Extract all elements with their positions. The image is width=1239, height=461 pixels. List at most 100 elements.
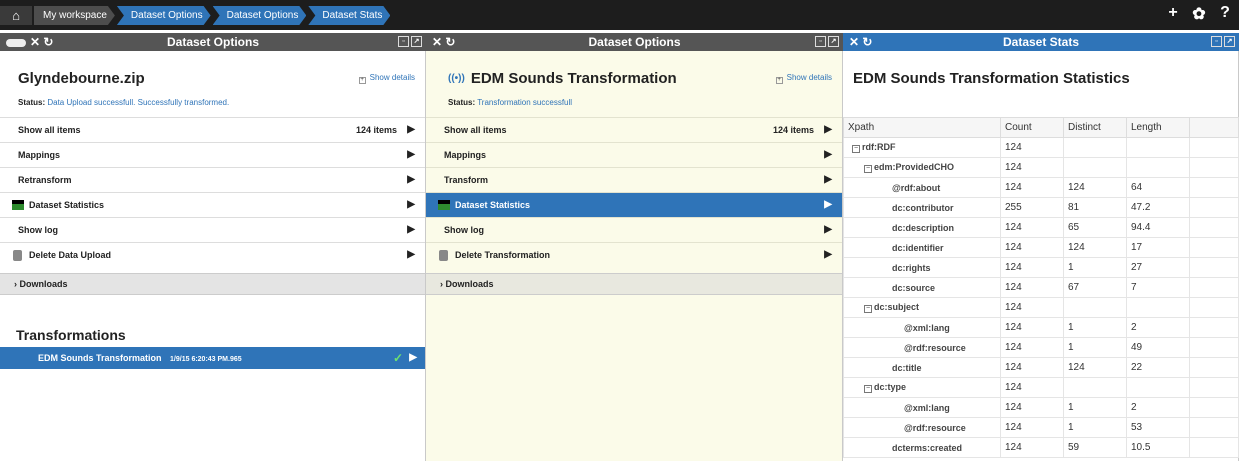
status-label: Status:: [448, 98, 476, 107]
downloads-toggle[interactable]: › Downloads: [426, 273, 842, 295]
refresh-icon[interactable]: ↻: [862, 35, 872, 49]
panel-dataset-options-1: Glyndebourne.zip + Show details Status: D…: [0, 51, 426, 461]
table-row[interactable]: − dc:subject 124: [843, 297, 1239, 318]
popout-icon[interactable]: ↗: [828, 36, 839, 47]
downloads-label: Downloads: [445, 279, 494, 289]
table-row[interactable]: − dc:type 124: [843, 377, 1239, 398]
show-details-link[interactable]: + Show details: [358, 73, 415, 84]
downloads-toggle[interactable]: › Downloads: [0, 273, 425, 295]
menu-label: Transform: [444, 175, 489, 185]
xpath-cell: @rdf:about: [843, 177, 1001, 198]
column-header-xpath[interactable]: Xpath: [843, 117, 1001, 138]
xpath-cell: @xml:lang: [843, 317, 1001, 338]
home-icon[interactable]: ⌂: [0, 6, 32, 25]
empty-cell: [1189, 317, 1239, 338]
collapse-node-icon[interactable]: −: [864, 305, 872, 313]
collapse-icon[interactable]: [6, 38, 26, 47]
empty-cell: [1189, 177, 1239, 198]
table-row[interactable]: dc:description 124 65 94.4: [843, 217, 1239, 238]
table-row[interactable]: dc:contributor 255 81 47.2: [843, 197, 1239, 218]
empty-cell: [1189, 157, 1239, 178]
show-details-link[interactable]: + Show details: [775, 73, 832, 84]
menu-dataset-statistics[interactable]: Dataset Statistics ▶: [0, 192, 425, 217]
statistics-icon: [12, 200, 24, 210]
count-cell: 124: [1000, 397, 1064, 418]
menu-show-log[interactable]: Show log ▶: [426, 217, 842, 242]
empty-cell: [1189, 397, 1239, 418]
table-row[interactable]: − rdf:RDF 124: [843, 137, 1239, 158]
stats-table-body: − rdf:RDF 124− edm:ProvidedCHO 124 @rdf:about…: [843, 137, 1239, 458]
breadcrumb-my-workspace[interactable]: My workspace: [34, 6, 115, 25]
menu-delete-transformation[interactable]: Delete Transformation ▶: [426, 242, 842, 267]
column-header-distinct[interactable]: Distinct: [1063, 117, 1127, 138]
empty-cell: [1189, 277, 1239, 298]
popout-icon[interactable]: ↗: [1224, 36, 1235, 47]
menu-retransform[interactable]: Retransform ▶: [0, 167, 425, 192]
collapse-node-icon[interactable]: −: [864, 385, 872, 393]
empty-cell: [1189, 297, 1239, 318]
xpath-cell: − rdf:RDF: [843, 137, 1001, 158]
table-row[interactable]: dc:source 124 67 7: [843, 277, 1239, 298]
count-cell: 124: [1000, 137, 1064, 158]
collapse-node-icon[interactable]: −: [852, 145, 860, 153]
table-row[interactable]: dcterms:created 124 59 10.5: [843, 437, 1239, 458]
menu-show-all-items[interactable]: Show all items 124 items ▶: [0, 117, 425, 142]
add-icon[interactable]: +: [1165, 4, 1181, 24]
count-cell: 124: [1000, 357, 1064, 378]
menu-dataset-statistics[interactable]: Dataset Statistics ▶: [426, 192, 842, 217]
table-row[interactable]: @rdf:resource 124 1 49: [843, 337, 1239, 358]
item-count: 124 items: [772, 125, 814, 135]
close-icon[interactable]: ✕: [849, 35, 859, 49]
count-cell: 124: [1000, 437, 1064, 458]
maximize-icon[interactable]: ▫: [815, 36, 826, 47]
table-row[interactable]: − edm:ProvidedCHO 124: [843, 157, 1239, 178]
length-cell: [1126, 377, 1190, 398]
xpath-label: dcterms:created: [892, 442, 963, 453]
table-row[interactable]: dc:identifier 124 124 17: [843, 237, 1239, 258]
table-row[interactable]: @rdf:resource 124 1 53: [843, 417, 1239, 438]
menu-show-log[interactable]: Show log ▶: [0, 217, 425, 242]
close-icon[interactable]: ✕: [30, 35, 40, 49]
menu-show-all-items[interactable]: Show all items 124 items ▶: [426, 117, 842, 142]
xpath-label: @rdf:resource: [904, 422, 966, 433]
table-row[interactable]: @xml:lang 124 1 2: [843, 317, 1239, 338]
length-cell: 49: [1126, 337, 1190, 358]
breadcrumb-dataset-stats[interactable]: Dataset Stats: [308, 6, 390, 25]
count-cell: 124: [1000, 177, 1064, 198]
maximize-icon[interactable]: ▫: [1211, 36, 1222, 47]
table-row[interactable]: @xml:lang 124 1 2: [843, 397, 1239, 418]
refresh-icon[interactable]: ↻: [445, 35, 455, 49]
xpath-label: dc:title: [892, 362, 922, 373]
breadcrumb-dataset-options-2[interactable]: Dataset Options: [213, 6, 307, 25]
transformation-row[interactable]: EDM Sounds Transformation 1/9/15 6:20:43…: [0, 347, 425, 369]
length-cell: 22: [1126, 357, 1190, 378]
table-row[interactable]: dc:rights 124 1 27: [843, 257, 1239, 278]
xpath-cell: dc:source: [843, 277, 1001, 298]
distinct-cell: 59: [1063, 437, 1127, 458]
arrow-right-icon: ▶: [409, 352, 417, 363]
menu-mappings[interactable]: Mappings ▶: [0, 142, 425, 167]
xpath-cell: − dc:type: [843, 377, 1001, 398]
menu-transform[interactable]: Transform ▶: [426, 167, 842, 192]
refresh-icon[interactable]: ↻: [43, 35, 53, 49]
breadcrumb: My workspace Dataset Options Dataset Opt…: [34, 6, 392, 25]
xpath-cell: − edm:ProvidedCHO: [843, 157, 1001, 178]
column-header-count[interactable]: Count: [1000, 117, 1064, 138]
table-row[interactable]: @rdf:about 124 124 64: [843, 177, 1239, 198]
xpath-label: rdf:RDF: [862, 142, 896, 152]
menu-mappings[interactable]: Mappings ▶: [426, 142, 842, 167]
collapse-node-icon[interactable]: −: [864, 165, 872, 173]
maximize-icon[interactable]: ▫: [398, 36, 409, 47]
menu-delete-data-upload[interactable]: Delete Data Upload ▶: [0, 242, 425, 267]
distinct-cell: [1063, 297, 1127, 318]
help-icon[interactable]: ?: [1217, 4, 1233, 24]
settings-icon[interactable]: ✿: [1191, 4, 1207, 24]
panel-dataset-options-2: ((•)) EDM Sounds Transformation + Show det…: [426, 51, 843, 461]
close-icon[interactable]: ✕: [432, 35, 442, 49]
popout-icon[interactable]: ↗: [411, 36, 422, 47]
column-header-length[interactable]: Length: [1126, 117, 1190, 138]
transformation-icon: ((•)): [448, 73, 465, 84]
panel3-header: ✕ ↻ Dataset Stats ▫ ↗: [843, 33, 1239, 51]
table-row[interactable]: dc:title 124 124 22: [843, 357, 1239, 378]
breadcrumb-dataset-options-1[interactable]: Dataset Options: [117, 6, 211, 25]
